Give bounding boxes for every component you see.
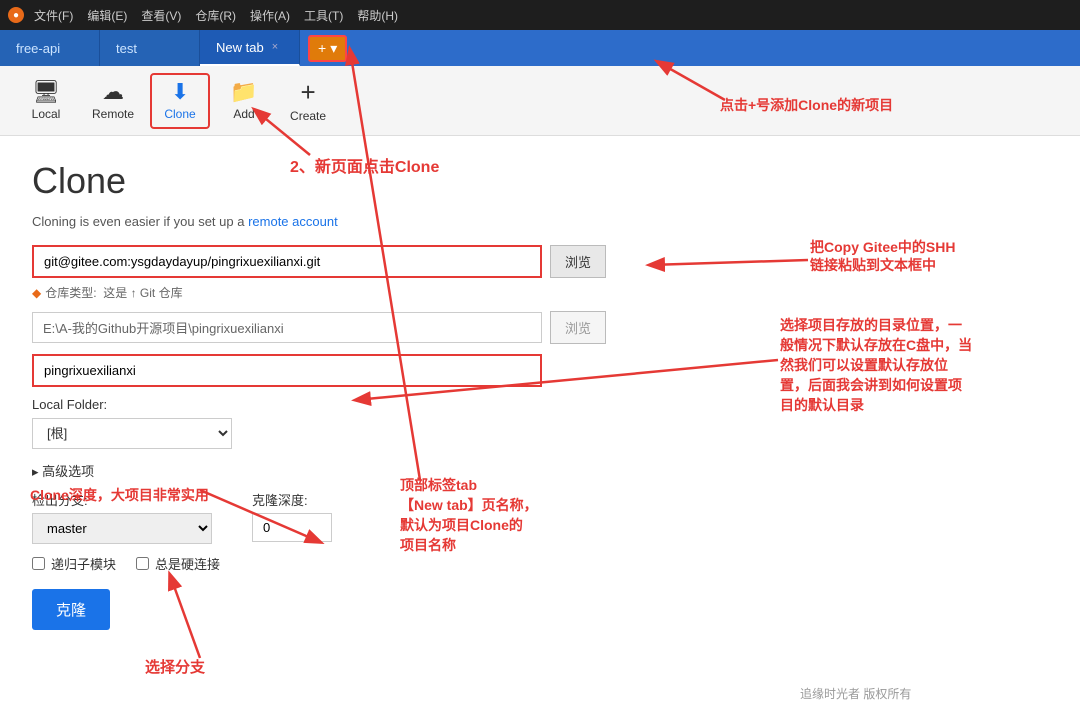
folder-select-row: [根] xyxy=(32,418,1048,449)
branch-select[interactable]: master xyxy=(32,513,212,544)
clone-subtitle: Cloning is even easier if you set up a r… xyxy=(32,214,1048,229)
checkbox-row: 递归子模块 总是硬连接 xyxy=(32,554,1048,573)
tool-clone[interactable]: ⬇ Clone xyxy=(150,73,210,129)
menu-help[interactable]: 帮助(H) xyxy=(357,7,398,24)
add-icon: 📁 xyxy=(230,81,257,103)
depth-field: 克隆深度: xyxy=(252,490,332,542)
tool-remote-label: Remote xyxy=(92,107,134,121)
depth-input[interactable] xyxy=(252,513,332,542)
browse-url-button[interactable]: 浏览 xyxy=(550,245,606,278)
clone-button[interactable]: 克隆 xyxy=(32,589,110,630)
branch-field: 检出分支: master xyxy=(32,490,212,544)
tabbar: free-api test New tab × + ▾ xyxy=(0,30,1080,66)
recursive-checkbox[interactable] xyxy=(32,557,45,570)
tool-add[interactable]: 📁 Add xyxy=(214,75,274,127)
remote-icon: ☁ xyxy=(102,81,124,103)
tab-label: free-api xyxy=(16,41,60,56)
tab-new-tab[interactable]: New tab × xyxy=(200,30,300,66)
browse-path-button[interactable]: 浏览 xyxy=(550,311,606,344)
plus-icon: + xyxy=(318,40,326,56)
menu-edit[interactable]: 编辑(E) xyxy=(87,7,127,24)
hardlink-checkbox[interactable] xyxy=(136,557,149,570)
tool-local-label: Local xyxy=(32,107,61,121)
tab-free-api[interactable]: free-api xyxy=(0,30,100,66)
repo-name-input[interactable] xyxy=(32,354,542,387)
tab-close-icon[interactable]: × xyxy=(272,41,278,53)
advanced-row: 检出分支: master 克隆深度: xyxy=(32,490,1048,544)
tab-label: New tab xyxy=(216,40,264,55)
menu-repo[interactable]: 仓库(R) xyxy=(195,7,236,24)
tab-test[interactable]: test xyxy=(100,30,200,66)
remote-account-link[interactable]: remote account xyxy=(248,214,338,229)
local-path-row: 浏览 xyxy=(32,311,1048,344)
diamond-icon: ◆ xyxy=(32,286,41,300)
menu-file[interactable]: 文件(F) xyxy=(34,7,73,24)
tool-add-label: Add xyxy=(233,107,254,121)
advanced-section: ▸ 高级选项 检出分支: master 克隆深度: 递归子模块 总是硬连接 xyxy=(32,461,1048,573)
menu-tools[interactable]: 工具(T) xyxy=(304,7,343,24)
create-icon: + xyxy=(300,79,315,105)
depth-label: 克隆深度: xyxy=(252,490,332,509)
arrow-down-icon: ▾ xyxy=(330,40,337,57)
main-content: Clone Cloning is even easier if you set … xyxy=(0,136,1080,714)
hardlink-checkbox-label[interactable]: 总是硬连接 xyxy=(136,554,220,573)
local-path-input[interactable] xyxy=(32,312,542,343)
recursive-label: 递归子模块 xyxy=(51,554,116,573)
toolbar: 🖥 Local ☁ Remote ⬇ Clone 📁 Add + Create xyxy=(0,66,1080,136)
tab-new-area: + ▾ xyxy=(300,30,355,66)
titlebar: ● 文件(F) 编辑(E) 查看(V) 仓库(R) 操作(A) 工具(T) 帮助… xyxy=(0,0,1080,30)
url-row: 浏览 xyxy=(32,245,1048,278)
tool-create-label: Create xyxy=(290,109,326,123)
advanced-toggle[interactable]: ▸ 高级选项 xyxy=(32,461,1048,480)
local-path-field-group: 浏览 xyxy=(32,311,1048,344)
repo-type-label: ◆ 仓库类型: 这是 ↑ Git 仓库 xyxy=(32,284,1048,301)
clone-icon: ⬇ xyxy=(171,81,189,103)
menu-bar[interactable]: 文件(F) 编辑(E) 查看(V) 仓库(R) 操作(A) 工具(T) 帮助(H… xyxy=(34,7,398,24)
url-field-group: 浏览 ◆ 仓库类型: 这是 ↑ Git 仓库 xyxy=(32,245,1048,301)
folder-select[interactable]: [根] xyxy=(32,418,232,449)
page-title: Clone xyxy=(32,160,1048,202)
menu-view[interactable]: 查看(V) xyxy=(141,7,181,24)
url-input[interactable] xyxy=(32,245,542,278)
menu-actions[interactable]: 操作(A) xyxy=(250,7,290,24)
repo-name-row xyxy=(32,354,1048,387)
local-folder-label: Local Folder: xyxy=(32,397,1048,412)
tool-remote[interactable]: ☁ Remote xyxy=(80,75,146,127)
tool-local[interactable]: 🖥 Local xyxy=(16,75,76,127)
tool-clone-label: Clone xyxy=(164,107,195,121)
hardlink-label: 总是硬连接 xyxy=(155,554,220,573)
repo-name-field-group xyxy=(32,354,1048,387)
branch-label: 检出分支: xyxy=(32,490,212,509)
recursive-checkbox-label[interactable]: 递归子模块 xyxy=(32,554,116,573)
tool-create[interactable]: + Create xyxy=(278,73,338,129)
local-icon: 🖥 xyxy=(32,81,60,103)
tab-add-button[interactable]: + ▾ xyxy=(308,35,347,62)
tab-label: test xyxy=(116,41,137,56)
app-logo: ● xyxy=(8,7,24,23)
